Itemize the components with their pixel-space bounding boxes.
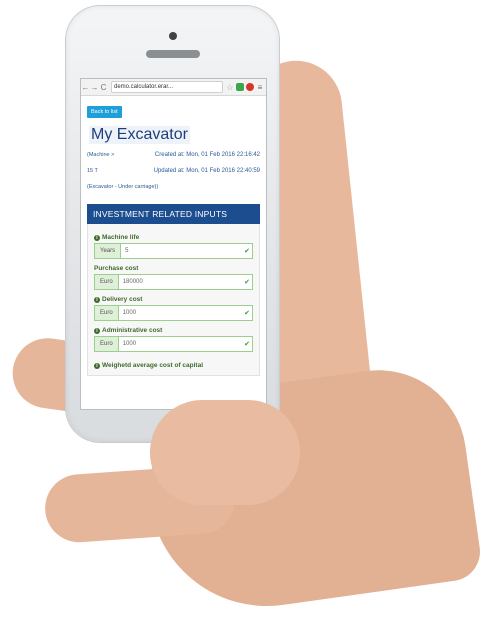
unit-addon: Euro [95,306,119,320]
phone-screen: ← → C demo.calculator.erar... ☆ ≡ Back t… [80,78,267,410]
phone-device: ← → C demo.calculator.erar... ☆ ≡ Back t… [66,6,279,442]
checkmark-icon: ✔ [244,310,250,317]
machine-category: (Excavator - Under carriage)) [87,184,159,190]
extension-green-icon[interactable] [236,83,244,91]
field-label: i Weighetd average cost of capital [94,362,253,369]
unit-addon: Euro [95,275,119,289]
reload-icon[interactable]: C [99,83,108,92]
front-camera [169,32,177,40]
field-label: Purchase cost [94,265,253,272]
checkmark-icon: ✔ [244,248,250,255]
address-bar[interactable]: demo.calculator.erar... [111,81,223,93]
section-header: INVESTMENT RELATED INPUTS [87,204,260,224]
back-to-list-button[interactable]: Back to list [87,106,122,118]
administrative-cost-field[interactable]: Euro 1000 ✔ [94,336,253,352]
unit-addon: Years [95,244,122,258]
back-arrow-icon[interactable]: ← [81,83,90,92]
field-label: i Administrative cost [94,327,253,334]
info-icon: i [94,362,100,369]
info-icon: i [94,234,100,241]
checkmark-icon: ✔ [244,279,250,286]
machine-life-field[interactable]: Years 5 ✔ [94,243,253,259]
forward-arrow-icon[interactable]: → [90,83,99,92]
machine-breadcrumb[interactable]: (Machine > [87,152,114,158]
machine-life-input[interactable]: 5 [121,244,242,258]
created-timestamp: Created at: Mon, 01 Feb 2016 22:16:42 [154,152,260,158]
purchase-cost-field[interactable]: Euro 180000 ✔ [94,274,253,290]
browser-toolbar: ← → C demo.calculator.erar... ☆ ≡ [81,79,266,96]
info-icon: i [94,296,100,303]
updated-timestamp: Updated at: Mon, 01 Feb 2016 22:40:59 [153,168,260,174]
earpiece-speaker [146,50,200,58]
page-content: Back to list My Excavator (Machine > Cre… [81,96,266,376]
meta-updated-row: 15 T Updated at: Mon, 01 Feb 2016 22:40:… [87,168,260,174]
checkmark-icon: ✔ [244,341,250,348]
delivery-cost-input[interactable]: 1000 [119,306,242,320]
machine-weight: 15 T [87,168,98,174]
bookmark-star-icon[interactable]: ☆ [226,83,234,92]
wacc-label: Weighetd average cost of capital [102,362,204,369]
field-label: i Delivery cost [94,296,253,303]
meta-created-row: (Machine > Created at: Mon, 01 Feb 2016 … [87,152,260,158]
page-title: My Excavator [89,126,190,144]
info-icon: i [94,327,100,334]
hand-finger [150,400,300,505]
browser-menu-icon[interactable]: ≡ [256,83,264,92]
delivery-cost-label: Delivery cost [102,296,143,303]
field-label: i Machine life [94,234,253,241]
extension-red-icon[interactable] [246,83,254,91]
delivery-cost-field[interactable]: Euro 1000 ✔ [94,305,253,321]
purchase-cost-input[interactable]: 180000 [119,275,242,289]
purchase-cost-label: Purchase cost [94,265,139,272]
investment-inputs-panel: i Machine life Years 5 ✔ Purchase cost E… [87,224,260,376]
administrative-cost-label: Administrative cost [102,327,163,334]
machine-life-label: Machine life [102,234,140,241]
administrative-cost-input[interactable]: 1000 [119,337,242,351]
unit-addon: Euro [95,337,119,351]
